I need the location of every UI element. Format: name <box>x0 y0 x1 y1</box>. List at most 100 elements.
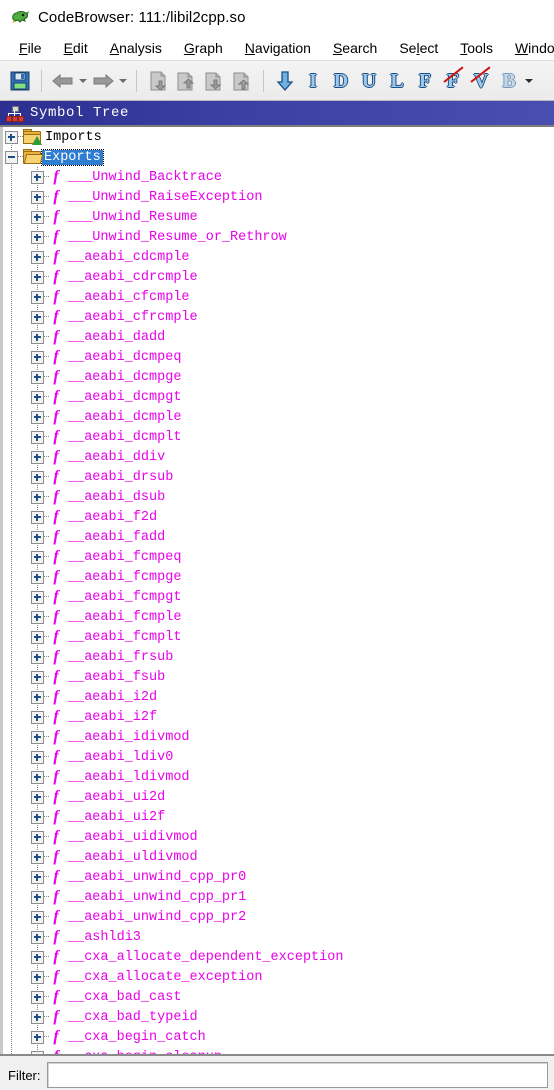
tree-expand-toggle[interactable] <box>29 407 49 427</box>
menu-file[interactable]: File <box>8 38 53 58</box>
tree-expand-toggle[interactable] <box>29 647 49 667</box>
tree-symbol-row[interactable]: f __aeabi_cfcmple <box>3 287 554 307</box>
tree-symbol-row[interactable]: f __aeabi_dcmple <box>3 407 554 427</box>
letter-d-icon[interactable]: D <box>327 67 355 95</box>
tree-expand-toggle[interactable] <box>29 687 49 707</box>
import-window-icon[interactable] <box>228 67 256 95</box>
tree-symbol-row[interactable]: f __aeabi_unwind_cpp_pr0 <box>3 867 554 887</box>
tree-symbol-row[interactable]: f __aeabi_i2d <box>3 687 554 707</box>
tree-expand-toggle[interactable] <box>29 667 49 687</box>
tree-symbol-row[interactable]: f __aeabi_frsub <box>3 647 554 667</box>
tree-symbol-row[interactable]: f __aeabi_fcmpge <box>3 567 554 587</box>
tree-expand-toggle[interactable] <box>29 167 49 187</box>
tree-expand-toggle[interactable] <box>29 307 49 327</box>
tree-expand-toggle[interactable] <box>29 787 49 807</box>
tree-expand-toggle[interactable] <box>29 247 49 267</box>
tree-expand-toggle[interactable] <box>29 427 49 447</box>
tree-expand-toggle[interactable] <box>29 847 49 867</box>
save-icon[interactable] <box>6 67 34 95</box>
tree-collapse-toggle[interactable] <box>3 147 23 167</box>
menu-graph[interactable]: Graph <box>173 38 234 58</box>
tree-symbol-row[interactable]: f __aeabi_unwind_cpp_pr1 <box>3 887 554 907</box>
tree-expand-toggle[interactable] <box>29 387 49 407</box>
tree-symbol-row[interactable]: f __aeabi_uidivmod <box>3 827 554 847</box>
tree-symbol-row[interactable]: f __cxa_allocate_dependent_exception <box>3 947 554 967</box>
tree-symbol-row[interactable]: f ___Unwind_Resume_or_Rethrow <box>3 227 554 247</box>
letter-f-strike-icon[interactable]: F <box>439 67 467 95</box>
tree-expand-toggle[interactable] <box>29 227 49 247</box>
tree-expand-toggle[interactable] <box>29 507 49 527</box>
tree-symbol-row[interactable]: f __cxa_allocate_exception <box>3 967 554 987</box>
tree-expand-toggle[interactable] <box>29 967 49 987</box>
tree-expand-toggle[interactable] <box>29 327 49 347</box>
toolbar-overflow-icon[interactable] <box>523 67 535 95</box>
tree-expand-toggle[interactable] <box>29 807 49 827</box>
symbol-tree-rows[interactable]: Imports Exports f ___Unwind_Backtrace f ___Un… <box>3 127 554 1054</box>
tree-symbol-row[interactable]: f __aeabi_ddiv <box>3 447 554 467</box>
menu-analysis[interactable]: Analysis <box>99 38 173 58</box>
tree-expand-toggle[interactable] <box>29 487 49 507</box>
menu-window[interactable]: Window <box>504 38 554 58</box>
tree-expand-toggle[interactable] <box>29 1027 49 1047</box>
tree-symbol-row[interactable]: f __cxa_bad_cast <box>3 987 554 1007</box>
tree-symbol-row[interactable]: f __aeabi_dcmpeq <box>3 347 554 367</box>
letter-v-strike-icon[interactable]: V <box>467 67 495 95</box>
tree-symbol-row[interactable]: f __aeabi_cfrcmple <box>3 307 554 327</box>
tree-expand-toggle[interactable] <box>29 627 49 647</box>
tree-symbol-row[interactable]: f __aeabi_dsub <box>3 487 554 507</box>
letter-f-icon[interactable]: F <box>411 67 439 95</box>
menu-navigation[interactable]: Navigation <box>234 38 322 58</box>
tree-symbol-row[interactable]: f __aeabi_ldiv0 <box>3 747 554 767</box>
letter-i-icon[interactable]: I <box>299 67 327 95</box>
tree-symbol-row[interactable]: f __aeabi_f2d <box>3 507 554 527</box>
back-dropdown-icon[interactable] <box>77 67 89 95</box>
tree-symbol-row[interactable]: f __aeabi_i2f <box>3 707 554 727</box>
copy-window-icon[interactable] <box>172 67 200 95</box>
letter-l-icon[interactable]: L <box>383 67 411 95</box>
filter-input[interactable] <box>46 1062 548 1088</box>
tree-expand-toggle[interactable] <box>29 707 49 727</box>
tree-expand-toggle[interactable] <box>29 887 49 907</box>
menu-edit[interactable]: Edit <box>53 38 99 58</box>
tree-symbol-row[interactable]: f __aeabi_fcmpgt <box>3 587 554 607</box>
export-window-icon[interactable] <box>200 67 228 95</box>
snapshot-window-icon[interactable] <box>144 67 172 95</box>
tree-expand-toggle[interactable] <box>29 347 49 367</box>
tree-symbol-row[interactable]: f __aeabi_cdrcmple <box>3 267 554 287</box>
letter-b-icon[interactable]: B <box>495 67 523 95</box>
tree-symbol-row[interactable]: f __aeabi_fcmple <box>3 607 554 627</box>
tree-symbol-row[interactable]: f ___Unwind_RaiseException <box>3 187 554 207</box>
tree-expand-toggle[interactable] <box>29 187 49 207</box>
tree-symbol-row[interactable]: f __aeabi_uldivmod <box>3 847 554 867</box>
tree-expand-toggle[interactable] <box>29 767 49 787</box>
tree-symbol-row[interactable]: f __aeabi_ui2f <box>3 807 554 827</box>
tree-expand-toggle[interactable] <box>29 447 49 467</box>
tree-symbol-row[interactable]: f __aeabi_dcmplt <box>3 427 554 447</box>
menu-select[interactable]: Select <box>388 38 449 58</box>
tree-symbol-row[interactable]: f __aeabi_dadd <box>3 327 554 347</box>
tree-node-imports[interactable]: Imports <box>3 127 554 147</box>
tree-expand-toggle[interactable] <box>29 1007 49 1027</box>
tree-expand-toggle[interactable] <box>29 1047 46 1054</box>
tree-expand-toggle[interactable] <box>29 287 49 307</box>
tree-symbol-row[interactable]: f __aeabi_cdcmple <box>3 247 554 267</box>
tree-expand-toggle[interactable] <box>29 987 49 1007</box>
tree-symbol-row[interactable]: f __aeabi_fsub <box>3 667 554 687</box>
tree-symbol-row[interactable]: f __cxa_begin_catch <box>3 1027 554 1047</box>
tree-expand-toggle[interactable] <box>29 907 49 927</box>
tree-expand-toggle[interactable] <box>29 267 49 287</box>
back-arrow-icon[interactable] <box>49 67 77 95</box>
letter-u-icon[interactable]: U <box>355 67 383 95</box>
tree-expand-toggle[interactable] <box>29 467 49 487</box>
tree-expand-toggle[interactable] <box>3 127 23 147</box>
tree-expand-toggle[interactable] <box>29 927 49 947</box>
menu-tools[interactable]: Tools <box>449 38 504 58</box>
tree-symbol-row[interactable]: f __aeabi_fcmpeq <box>3 547 554 567</box>
tree-expand-toggle[interactable] <box>29 527 49 547</box>
tree-expand-toggle[interactable] <box>29 367 49 387</box>
tree-expand-toggle[interactable] <box>29 867 49 887</box>
down-arrow-icon[interactable] <box>271 67 299 95</box>
tree-symbol-row[interactable]: f __aeabi_ui2d <box>3 787 554 807</box>
tree-node-exports[interactable]: Exports <box>3 147 554 167</box>
tree-expand-toggle[interactable] <box>29 727 49 747</box>
